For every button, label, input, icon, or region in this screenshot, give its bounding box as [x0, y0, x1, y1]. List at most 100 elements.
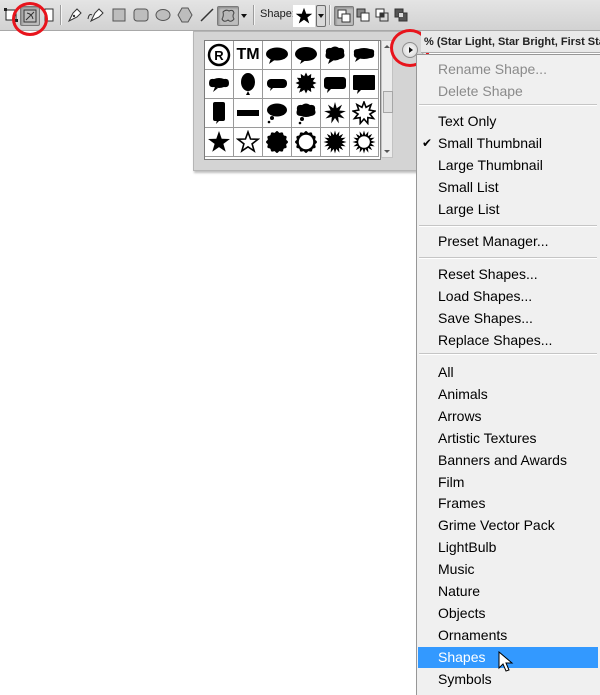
menu-item-label: Large Thumbnail: [438, 157, 543, 173]
menu-item-label: Preset Manager...: [438, 233, 549, 249]
freeform-pen-tool-button[interactable]: [87, 6, 105, 24]
thought-bubble-1-icon: [267, 103, 287, 124]
menu-separator: [419, 225, 597, 227]
menu-item-label: Symbols: [438, 670, 492, 687]
shape-thumbnail-speech-bubble-3[interactable]: [321, 41, 350, 70]
shape-thumbnail-banner-bar[interactable]: [234, 99, 263, 128]
scroll-down-arrow[interactable]: [384, 150, 390, 153]
shape-thumbnail-thought-bubble-2[interactable]: [292, 99, 321, 128]
menu-item-animals[interactable]: Animals: [418, 384, 598, 405]
menu-item-large-list[interactable]: Large List: [418, 199, 598, 220]
menu-item-label: Reset Shapes...: [438, 266, 538, 282]
menu-separator: [419, 353, 597, 355]
shape-thumbnail-speech-bubble-10[interactable]: [205, 99, 234, 128]
add-to-shape-area-button[interactable]: [334, 6, 354, 26]
menu-item-label: Delete Shape: [438, 83, 523, 99]
menu-item-reset-shapes[interactable]: Reset Shapes...: [418, 264, 598, 285]
menu-item-arrows[interactable]: Arrows: [418, 406, 598, 427]
menu-item-small-list[interactable]: Small List: [418, 177, 598, 198]
menu-item-small-thumbnail[interactable]: ✔ Small Thumbnail: [418, 133, 598, 154]
line-tool-button[interactable]: [198, 6, 216, 24]
menu-item-lightbulb[interactable]: LightBulb: [418, 537, 598, 558]
trademark-icon: TM: [236, 46, 260, 63]
menu-item-grime-vector-pack[interactable]: Grime Vector Pack: [418, 515, 598, 536]
ellipse-tool-button[interactable]: [154, 6, 172, 24]
shape-thumbnail-speech-bubble-5[interactable]: [205, 70, 234, 99]
intersect-shape-areas-button[interactable]: [373, 6, 391, 24]
speech-bubble-6-icon: [267, 79, 287, 91]
mouse-cursor-icon: [498, 651, 514, 672]
shape-thumbnail-starburst-2[interactable]: [321, 128, 350, 157]
menu-item-all[interactable]: All: [418, 362, 598, 383]
shape-thumbnail-speech-bubble-4[interactable]: [350, 41, 379, 70]
menu-item-frames[interactable]: Frames: [418, 493, 598, 514]
polygon-icon: [177, 7, 193, 23]
menu-item-preset-manager[interactable]: Preset Manager...: [418, 231, 598, 252]
scroll-thumb[interactable]: [383, 91, 393, 113]
rounded-rectangle-tool-button[interactable]: [132, 6, 150, 24]
pen-icon: [67, 8, 82, 23]
shape-picker-dropdown-button[interactable]: [316, 5, 326, 27]
shape-preview[interactable]: [293, 5, 315, 27]
menu-item-artistic-textures[interactable]: Artistic Textures: [418, 428, 598, 449]
subtract-from-shape-area-button[interactable]: [354, 6, 372, 24]
flyout-arrow-icon: [408, 47, 413, 53]
shape-thumbnail-speech-bubble-2[interactable]: [292, 41, 321, 70]
shape-thumbnail-star-outline[interactable]: [234, 128, 263, 157]
menu-item-film[interactable]: Film: [418, 472, 598, 493]
shape-thumbnail-starburst-1[interactable]: [321, 99, 350, 128]
menu-item-label: Film: [438, 473, 465, 490]
shape-thumbnail-speech-bubble-7[interactable]: [292, 70, 321, 99]
menu-item-objects[interactable]: Objects: [418, 603, 598, 624]
menu-item-nature[interactable]: Nature: [418, 581, 598, 602]
menu-item-label: Grime Vector Pack: [438, 517, 555, 534]
tool-preset-dropdown-arrow[interactable]: [241, 14, 247, 18]
custom-shape-tool-button[interactable]: [217, 6, 239, 26]
shape-thumbnail-thought-bubble-1[interactable]: [263, 99, 292, 128]
toolbar-separator: [329, 5, 330, 25]
rectangle-tool-button[interactable]: [110, 6, 128, 24]
starburst-outline-1-icon: [352, 101, 376, 125]
menu-item-large-thumbnail[interactable]: Large Thumbnail: [418, 155, 598, 176]
shape-thumbnail-starburst-outline-2[interactable]: [350, 128, 379, 157]
menu-item-banners-and-awards[interactable]: Banners and Awards: [418, 450, 598, 471]
picker-scrollbar[interactable]: [381, 40, 393, 158]
svg-text:R: R: [214, 48, 224, 63]
pen-tool-button[interactable]: [66, 6, 84, 24]
menu-item-music[interactable]: Music: [418, 559, 598, 580]
exclude-overlapping-shape-areas-button[interactable]: [392, 6, 410, 24]
scroll-up-arrow[interactable]: [384, 45, 390, 48]
shape-thumbnail-registered-trademark[interactable]: R: [205, 41, 234, 70]
shape-thumbnail-speech-bubble-8[interactable]: [321, 70, 350, 99]
speech-bubble-9-icon: [353, 75, 375, 94]
menu-item-label: Shapes: [438, 648, 486, 665]
shape-thumbnail-starburst-outline-1[interactable]: [350, 99, 379, 128]
menu-item-label: LightBulb: [438, 539, 497, 556]
shape-thumbnail-speech-bubble-9[interactable]: [350, 70, 379, 99]
shape-thumbnail-star-filled[interactable]: [205, 128, 234, 157]
speech-bubble-10-icon: [213, 102, 225, 124]
shape-thumbnail-seal-outline[interactable]: [292, 128, 321, 157]
menu-item-label: Nature: [438, 583, 481, 599]
shape-layers-mode-button[interactable]: [2, 6, 20, 24]
shape-thumbnail-speech-bubble-6[interactable]: [263, 70, 292, 99]
menu-item-save-shapes[interactable]: Save Shapes...: [418, 308, 598, 329]
shape-thumbnail-trademark[interactable]: TM: [234, 41, 263, 70]
shape-thumbnail-seal-filled[interactable]: [263, 128, 292, 157]
menu-item-load-shapes[interactable]: Load Shapes...: [418, 286, 598, 307]
menu-item-label: Load Shapes...: [438, 288, 533, 304]
menu-item-text-only[interactable]: Text Only: [418, 111, 598, 132]
rounded-rectangle-icon: [133, 8, 149, 22]
menu-item-ornaments[interactable]: Ornaments: [418, 625, 598, 646]
shape-thumbnail-balloon[interactable]: [234, 70, 263, 99]
fill-pixels-mode-button[interactable]: [40, 6, 58, 24]
paths-mode-button[interactable]: [20, 6, 40, 26]
starburst-1-icon: [324, 102, 346, 124]
registered-trademark-icon: R: [207, 43, 231, 67]
shape-thumbnail-speech-bubble-1[interactable]: [263, 41, 292, 70]
polygon-tool-button[interactable]: [176, 6, 194, 24]
freeform-pen-icon: [87, 8, 104, 23]
menu-separator: [419, 257, 597, 259]
menu-item-replace-shapes[interactable]: Replace Shapes...: [418, 330, 598, 351]
speech-bubble-4-icon: [353, 48, 375, 62]
